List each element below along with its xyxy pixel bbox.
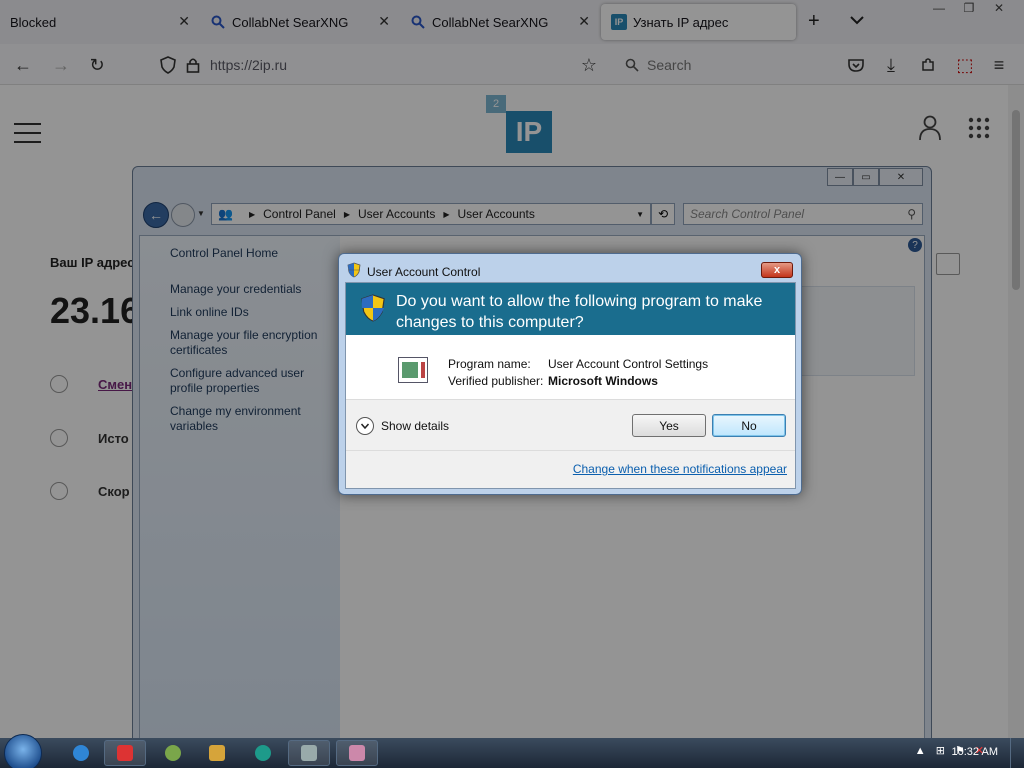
taskbar: ▲ ⊞ ⚑ ✕ 10:32 AM <box>0 734 1024 768</box>
network-icon[interactable]: ⊞ <box>936 744 945 757</box>
program-name-row: Program name: User Account Control Setti… <box>448 357 708 371</box>
clock[interactable]: 10:32 AM <box>952 746 998 758</box>
no-button[interactable]: No <box>712 414 786 437</box>
uac-shield-icon <box>347 262 361 281</box>
notification-settings-link[interactable]: Change when these notifications appear <box>573 462 787 476</box>
show-details-toggle[interactable]: Show details <box>356 417 449 435</box>
chrome-icon[interactable] <box>152 740 194 766</box>
yes-button[interactable]: Yes <box>632 414 706 437</box>
publisher-value: Microsoft Windows <box>548 374 658 388</box>
program-name-value: User Account Control Settings <box>548 357 709 371</box>
media-icon[interactable] <box>104 740 146 766</box>
uac-shield-icon <box>360 293 386 326</box>
tray-arrow-icon[interactable]: ▲ <box>915 745 926 757</box>
program-name-label: Program name: <box>448 357 531 371</box>
control-panel-task-icon[interactable] <box>288 740 330 766</box>
uac-title: User Account Control <box>367 264 481 279</box>
start-button[interactable] <box>4 734 42 768</box>
chevron-down-icon <box>356 417 374 435</box>
explorer-icon[interactable] <box>196 740 238 766</box>
uac-body: Do you want to allow the following progr… <box>345 282 796 489</box>
uac-title-bar: User Account Control <box>347 262 480 281</box>
ie-icon[interactable] <box>60 740 102 766</box>
uac-task-icon[interactable] <box>336 740 378 766</box>
publisher-row: Verified publisher: Microsoft Windows <box>448 374 658 388</box>
uac-actions: Show details Yes No Change when these no… <box>346 399 795 488</box>
uac-banner: Do you want to allow the following progr… <box>346 283 795 335</box>
program-icon <box>398 357 428 383</box>
uac-program-info: Program name: User Account Control Setti… <box>346 335 795 399</box>
show-desktop-button[interactable] <box>1010 738 1024 768</box>
publisher-label: Verified publisher: <box>448 374 544 388</box>
show-details-label: Show details <box>381 419 450 433</box>
close-icon[interactable]: x <box>761 262 793 278</box>
edge-icon[interactable] <box>242 740 284 766</box>
uac-dialog: User Account Control x Do you want to al… <box>338 253 802 495</box>
divider <box>346 450 795 451</box>
uac-question: Do you want to allow the following progr… <box>396 293 763 331</box>
